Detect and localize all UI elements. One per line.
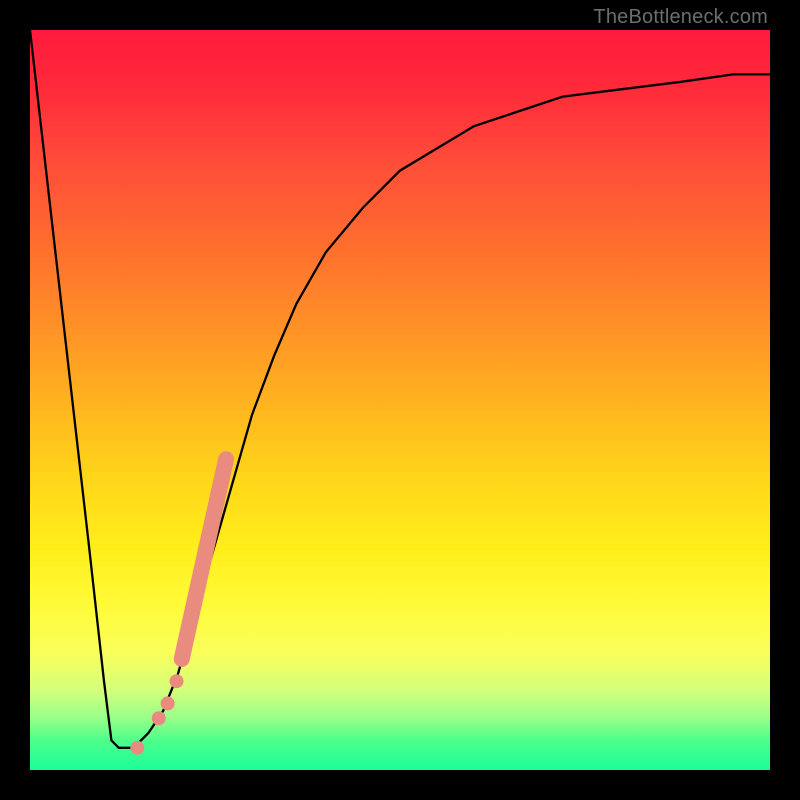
chart-frame: TheBottleneck.com [0,0,800,800]
highlight-dots [130,674,183,755]
highlight-dot [152,711,166,725]
watermark-text: TheBottleneck.com [593,6,768,29]
bottleneck-curve [30,30,770,748]
highlight-dot [130,741,144,755]
highlight-segment [182,459,226,659]
chart-svg [0,0,800,800]
highlight-dot [170,674,184,688]
highlight-dot [161,696,175,710]
